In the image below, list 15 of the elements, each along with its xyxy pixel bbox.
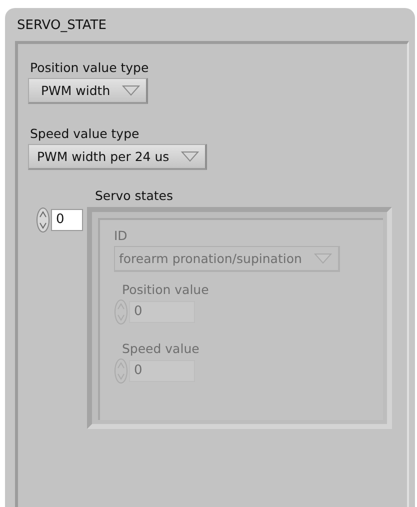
control-label: Speed value type [30,126,140,141]
dropdown-arrow-icon [181,151,200,162]
control-label: Speed value [122,341,200,356]
spinner-arrows-icon [36,207,50,233]
control-label: ID [114,228,128,243]
spinner-arrows-icon [114,299,128,325]
spinner-arrows-icon [114,358,128,384]
cluster-title: SERVO_STATE [17,18,108,33]
dropdown[interactable]: PWM width [28,78,148,104]
control-label: Position value [122,282,209,297]
control-label: Position value type [30,60,149,75]
dropdown-arrow-icon [314,253,332,264]
array-label: Servo states [95,188,173,203]
dropdown[interactable]: PWM width per 24 us [28,144,208,170]
dropdown-arrow-icon [122,85,140,96]
